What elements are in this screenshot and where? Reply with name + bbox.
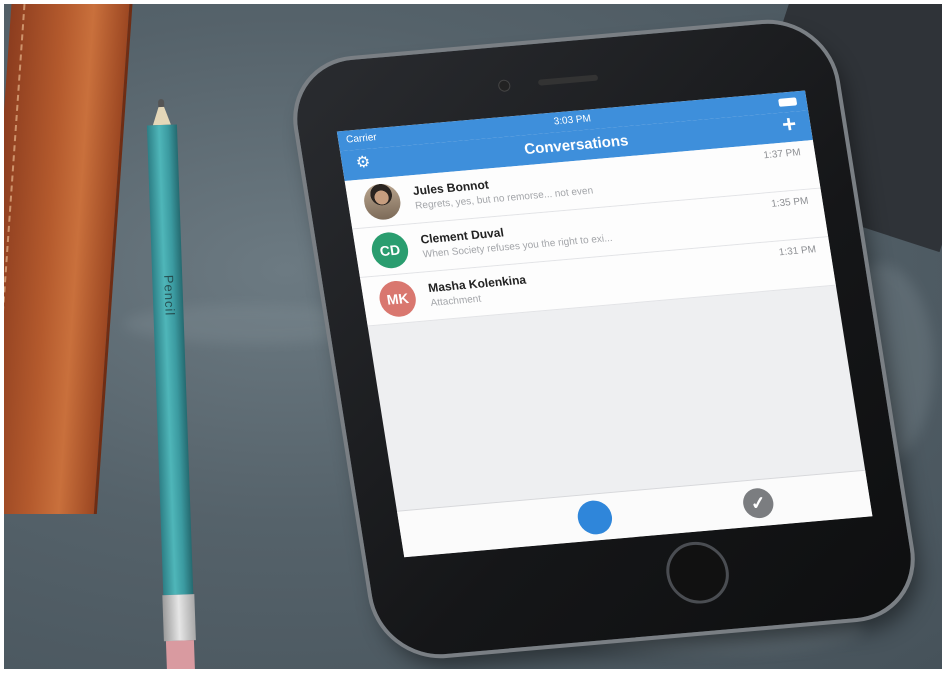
avatar: MK (376, 279, 419, 319)
pencil-imprint: Pencil (161, 274, 178, 317)
pencil-body: Pencil (146, 124, 194, 596)
home-button[interactable] (661, 539, 734, 607)
message-time: 1:31 PM (778, 244, 817, 259)
pencil-eraser (165, 640, 196, 669)
pencil-lead (158, 98, 165, 108)
pencil: Pencil (146, 98, 196, 669)
photo-scene: Pencil Carrier 3:03 PM ⚙ Conversations +… (4, 4, 942, 669)
check-icon[interactable]: ✓ (740, 487, 776, 520)
phone-screen: Carrier 3:03 PM ⚙ Conversations + Jules … (336, 90, 873, 558)
pencil-ferrule (162, 594, 196, 642)
message-time: 1:37 PM (762, 147, 802, 162)
leather-stitching (4, 4, 27, 494)
front-camera (497, 79, 512, 93)
avatar: CD (369, 230, 411, 270)
smartphone: Carrier 3:03 PM ⚙ Conversations + Jules … (283, 14, 925, 664)
plus-icon[interactable]: + (780, 111, 798, 139)
tab-bar: ✓ (396, 469, 873, 558)
avatar (361, 182, 404, 222)
message-time: 1:35 PM (770, 195, 810, 210)
earpiece-speaker (537, 74, 599, 86)
compose-dot-icon[interactable] (575, 499, 615, 536)
battery-icon (778, 97, 798, 107)
leather-notebook (4, 4, 134, 514)
